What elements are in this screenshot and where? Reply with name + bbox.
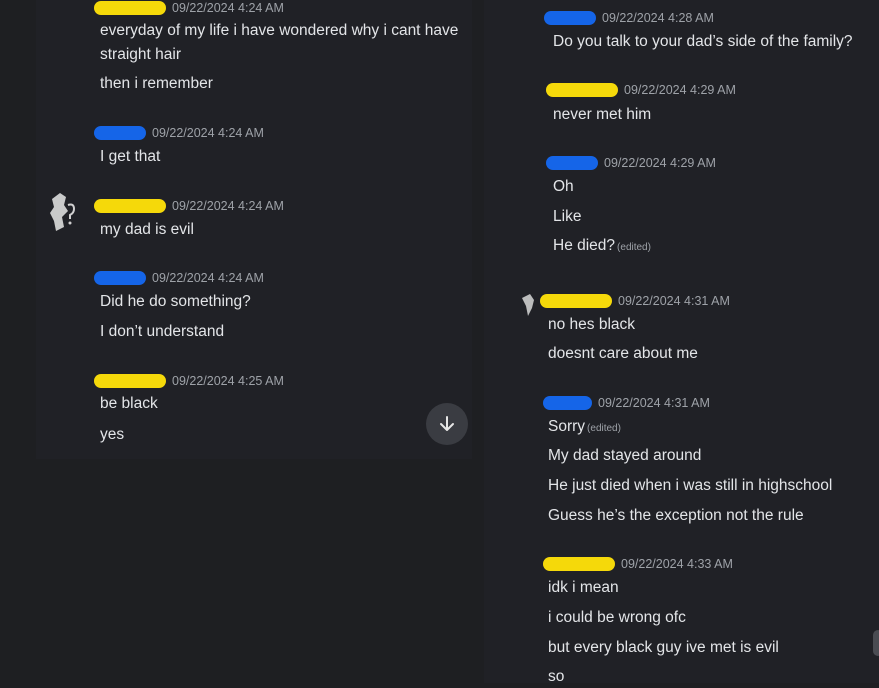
message-text: Did he do something?: [100, 293, 251, 310]
message-text: Do you talk to your dad’s side of the fa…: [553, 33, 853, 50]
message-text: doesnt care about me: [548, 345, 698, 362]
message-timestamp: 09/22/2024 4:33 AM: [621, 557, 733, 571]
redacted-username[interactable]: [544, 11, 596, 25]
message-header: 09/22/2024 4:24 AM: [94, 270, 264, 286]
jump-to-bottom-button[interactable]: [426, 403, 468, 445]
message-header: 09/22/2024 4:31 AM: [540, 293, 730, 309]
message-text: never met him: [553, 106, 652, 123]
message-header: 09/22/2024 4:33 AM: [543, 556, 733, 572]
redacted-username[interactable]: [94, 271, 146, 285]
message-header: 09/22/2024 4:29 AM: [546, 82, 736, 98]
avatar[interactable]: [46, 191, 80, 233]
message-text: Like: [553, 208, 582, 225]
message-timestamp: 09/22/2024 4:31 AM: [618, 294, 730, 308]
message-text: Oh: [553, 178, 574, 195]
message-header: 09/22/2024 4:31 AM: [543, 395, 710, 411]
message-header: 09/22/2024 4:25 AM: [94, 373, 284, 389]
message-timestamp: 09/22/2024 4:24 AM: [152, 271, 264, 285]
edited-label: (edited): [587, 423, 621, 434]
redacted-username[interactable]: [543, 396, 592, 410]
message-text: He just died when i was still in highsch…: [548, 477, 833, 494]
arrow-down-icon: [440, 416, 454, 431]
right-chat-panel: 09/22/2024 4:28 AM Do you talk to your d…: [484, 0, 879, 685]
message-timestamp: 09/22/2024 4:29 AM: [624, 83, 736, 97]
redacted-username[interactable]: [94, 374, 166, 388]
message-timestamp: 09/22/2024 4:31 AM: [598, 396, 710, 410]
message-text-content: He died?: [553, 237, 616, 254]
left-chat-panel: 09/22/2024 4:24 AM everyday of my life i…: [36, 0, 472, 459]
message-timestamp: 09/22/2024 4:24 AM: [172, 199, 284, 213]
message-text: idk i mean: [548, 579, 619, 596]
redacted-username[interactable]: [94, 1, 166, 15]
message-timestamp: 09/22/2024 4:29 AM: [604, 156, 716, 170]
message-text: He died? (edited): [553, 235, 651, 259]
message-text: Guess he’s the exception not the rule: [548, 507, 804, 524]
message-text: i could be wrong ofc: [548, 609, 686, 626]
message-text: my dad is evil: [100, 221, 194, 238]
message-text: straight hair: [100, 46, 181, 63]
message-text: yes: [100, 426, 125, 443]
message-timestamp: 09/22/2024 4:25 AM: [172, 374, 284, 388]
message-header: 09/22/2024 4:24 AM: [94, 198, 284, 214]
message-text: then i remember: [100, 75, 213, 92]
redacted-username[interactable]: [546, 156, 598, 170]
message-text: no hes black: [548, 316, 636, 333]
edited-label: (edited): [617, 242, 651, 253]
message-timestamp: 09/22/2024 4:28 AM: [602, 11, 714, 25]
message-text: everyday of my life i have wondered why …: [100, 22, 459, 39]
message-timestamp: 09/22/2024 4:24 AM: [152, 126, 264, 140]
redacted-username[interactable]: [546, 83, 618, 97]
redacted-username[interactable]: [94, 126, 146, 140]
edge-scroll-handle[interactable]: [873, 630, 879, 656]
message-header: 09/22/2024 4:28 AM: [544, 10, 714, 26]
redacted-username[interactable]: [94, 199, 166, 213]
avatar[interactable]: [520, 292, 538, 320]
message-text-content: Sorry: [548, 418, 586, 435]
redacted-username[interactable]: [540, 294, 612, 308]
message-text: I get that: [100, 148, 161, 165]
message-header: 09/22/2024 4:29 AM: [546, 155, 716, 171]
message-timestamp: 09/22/2024 4:24 AM: [172, 1, 284, 15]
redacted-username[interactable]: [543, 557, 615, 571]
message-text: but every black guy ive met is evil: [548, 639, 779, 656]
message-header: 09/22/2024 4:24 AM: [94, 0, 284, 16]
message-text: so: [548, 668, 565, 685]
message-text: My dad stayed around: [548, 447, 702, 464]
message-text: Sorry (edited): [548, 416, 621, 440]
message-text: I don’t understand: [100, 323, 225, 340]
message-text: be black: [100, 395, 158, 412]
message-header: 09/22/2024 4:24 AM: [94, 125, 264, 141]
